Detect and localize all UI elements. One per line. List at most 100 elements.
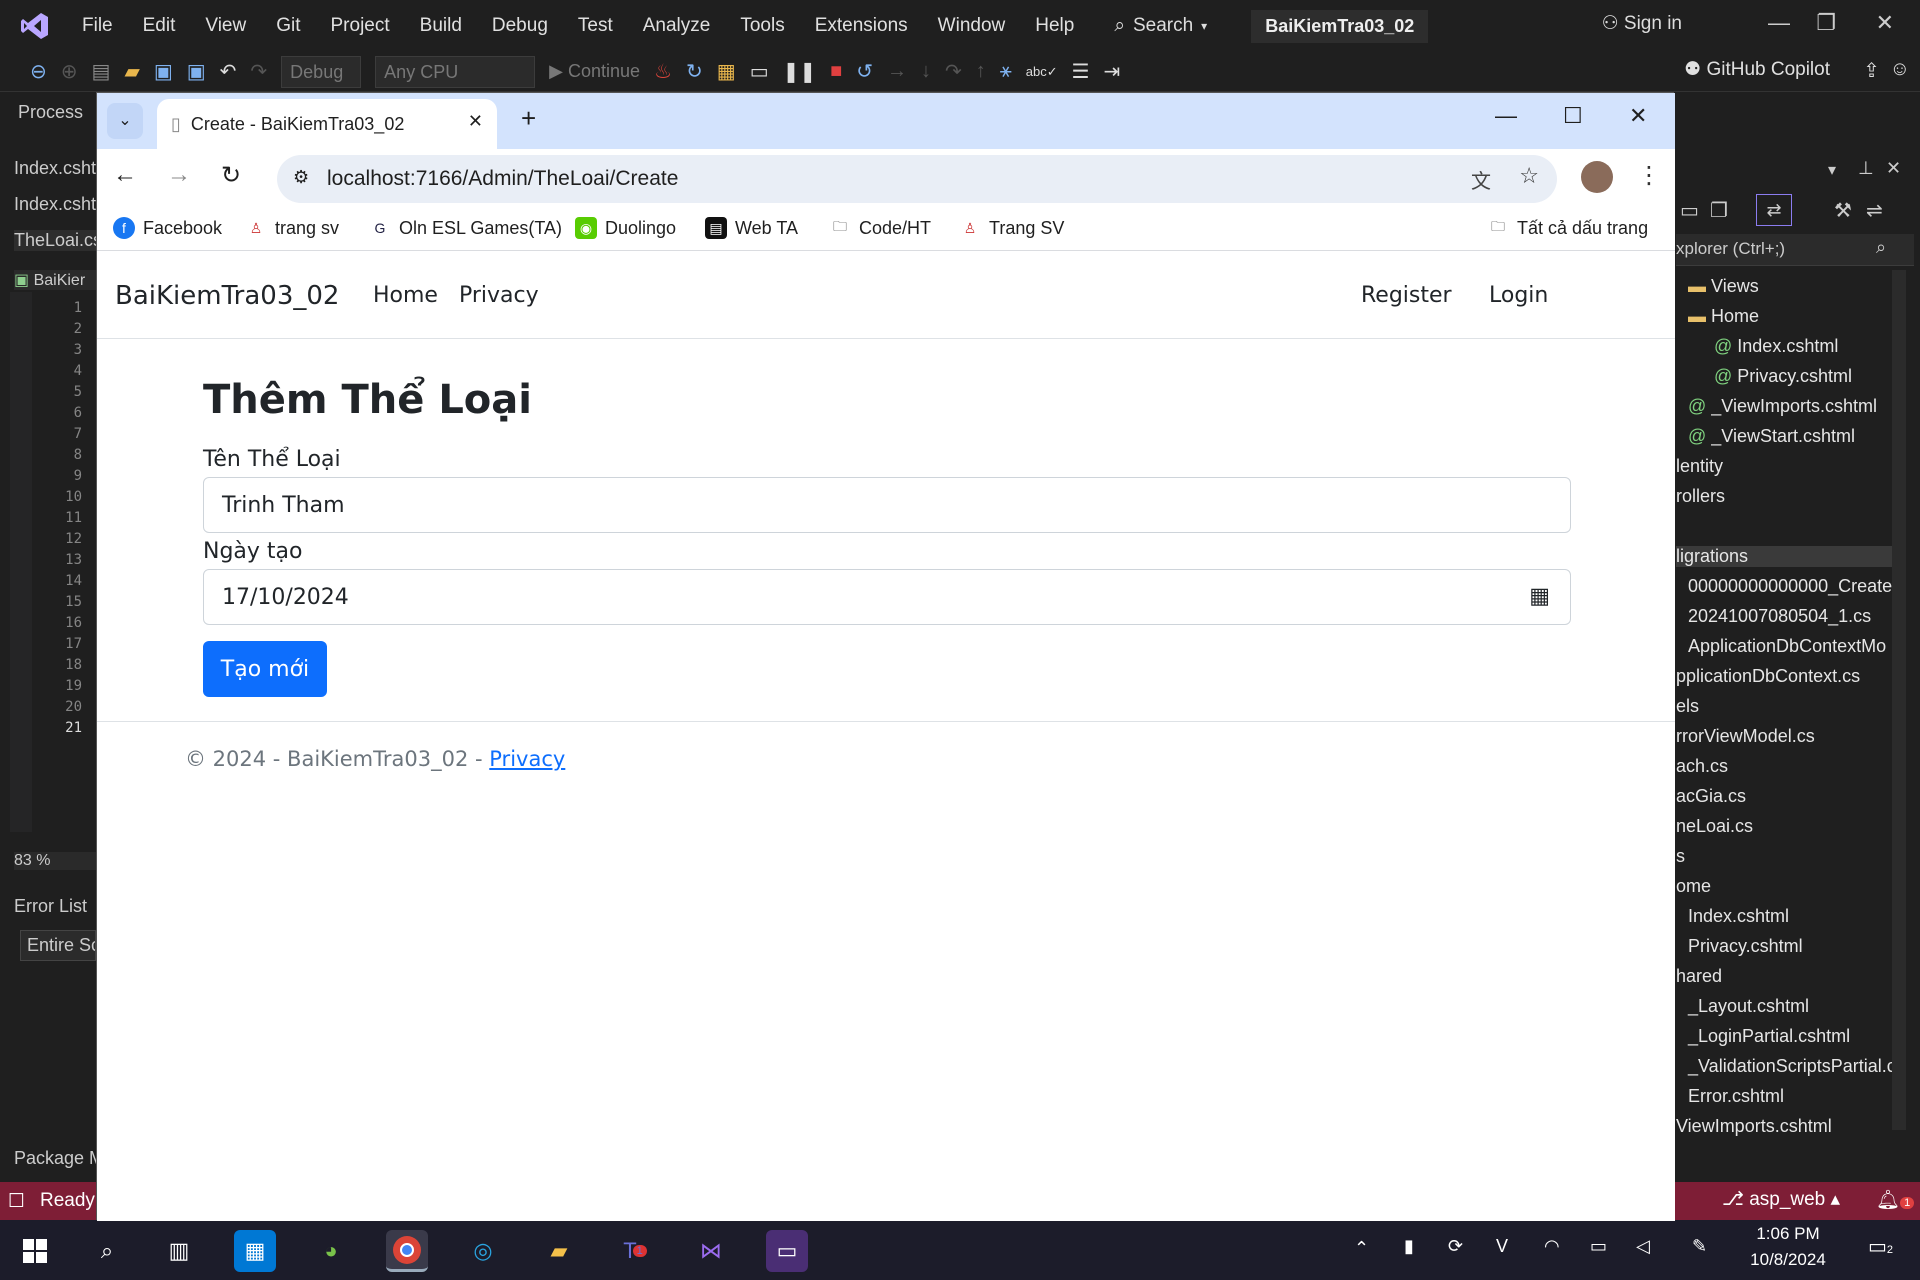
clock-time[interactable]: 1:06 PM (1750, 1224, 1826, 1244)
redo-icon[interactable]: ↷ (250, 59, 267, 84)
menu-git[interactable]: Git (276, 15, 300, 37)
profile-avatar[interactable] (1581, 161, 1613, 193)
open-folder-icon[interactable]: ▰ (124, 59, 139, 84)
vs-minimize-icon[interactable]: — (1768, 10, 1790, 36)
step-into-icon[interactable]: ↓ (921, 60, 931, 83)
error-scope-dropdown[interactable]: Entire Sc (20, 930, 96, 961)
menu-test[interactable]: Test (578, 15, 613, 37)
doc-tab-index-2[interactable]: Index.csht (14, 194, 96, 215)
browser-minimize-icon[interactable]: — (1495, 103, 1517, 129)
vs-search-box[interactable]: ⌕ Search ▾ (1114, 15, 1207, 37)
menu-build[interactable]: Build (420, 15, 462, 37)
edge-icon[interactable]: ◎ (462, 1230, 504, 1272)
back-arrow-icon[interactable]: ← (113, 161, 137, 189)
back-nav-icon[interactable]: ⊖ (30, 59, 47, 84)
search-icon[interactable]: ⌕ (86, 1230, 128, 1272)
diagnostics-icon[interactable]: ⚹ (1000, 60, 1012, 83)
tree-item-folder[interactable]: hared (1676, 966, 1722, 987)
zoom-dropdown[interactable]: 83 % (14, 852, 96, 870)
chrome-icon[interactable] (386, 1230, 428, 1272)
site-brand-link[interactable]: BaiKiemTra03_02 (115, 281, 339, 311)
tree-item-file[interactable]: @ _ViewImports.cshtml (1688, 396, 1877, 417)
more-menu-icon[interactable]: ⋮ (1637, 161, 1661, 190)
explorer-scrollbar[interactable] (1892, 270, 1906, 1130)
step-back-icon[interactable]: ↷ (945, 59, 962, 84)
bookmark-web-ta[interactable]: ▤ Web TA (705, 217, 798, 239)
menu-file[interactable]: File (82, 15, 113, 37)
tree-item-file[interactable]: acGia.cs (1676, 786, 1746, 807)
project-dropdown[interactable]: ▣ BaiKier (14, 270, 96, 290)
spellcheck-icon[interactable]: abc✓ (1026, 64, 1058, 80)
notifications-bell-icon[interactable]: 🔔︎ 1 (1876, 1188, 1915, 1212)
new-tab-icon[interactable]: + (521, 103, 536, 134)
vs-close-icon[interactable]: ✕ (1876, 10, 1894, 36)
create-submit-button[interactable]: Tạo mới (203, 641, 327, 697)
bookmark-trang-sv-2[interactable]: ♙ Trang SV (959, 217, 1065, 239)
visual-studio-logo-icon[interactable] (18, 11, 52, 41)
collapse-icon[interactable]: ▭ (1680, 198, 1699, 223)
bookmark-duolingo[interactable]: ◉ Duolingo (575, 217, 676, 239)
bookmark-trang-sv[interactable]: ♙ trang sv (245, 217, 339, 239)
doc-tab-index-1[interactable]: Index.csht (14, 158, 96, 179)
menu-window[interactable]: Window (938, 15, 1006, 37)
wrench-icon[interactable]: ⚒ (1834, 198, 1852, 223)
tree-item-file[interactable]: @ Privacy.cshtml (1714, 366, 1852, 387)
app-icon[interactable]: ◕ (310, 1230, 352, 1272)
footer-privacy-link[interactable]: Privacy (489, 747, 565, 771)
clock-date[interactable]: 10/8/2024 (1744, 1250, 1832, 1270)
menu-debug[interactable]: Debug (492, 15, 548, 37)
store-icon[interactable]: ▦ (234, 1230, 276, 1272)
battery-icon[interactable]: ▭ (1590, 1236, 1607, 1257)
tree-item-folder[interactable]: s (1676, 846, 1685, 867)
tree-item-folder[interactable]: els (1676, 696, 1699, 717)
tree-item-file[interactable]: @ Index.cshtml (1714, 336, 1838, 357)
undo-icon[interactable]: ↶ (220, 59, 237, 84)
tab-close-icon[interactable]: ✕ (468, 111, 483, 132)
category-name-input[interactable]: Trinh Tham (203, 477, 1571, 533)
sync-view-icon[interactable]: ⇄ (1756, 194, 1792, 226)
site-info-icon[interactable]: ⚙ (293, 167, 309, 188)
restart-icon[interactable]: ↺ (856, 59, 873, 84)
tree-item-folder-selected[interactable]: ligrations (1676, 546, 1906, 567)
refresh-icon[interactable]: ↻ (686, 59, 703, 84)
browser-close-icon[interactable]: ✕ (1629, 103, 1647, 129)
platform-dropdown[interactable]: Any CPU (375, 55, 536, 88)
nav-home-link[interactable]: Home (373, 283, 438, 308)
visual-studio-icon[interactable]: ⋈ (690, 1230, 732, 1272)
created-date-input[interactable]: 17/10/2024 ▦ (203, 569, 1571, 625)
forward-nav-icon[interactable]: ⊕ (61, 59, 78, 84)
v-app-icon[interactable]: V (1496, 1236, 1508, 1257)
address-bar[interactable]: ⚙ localhost:7166/Admin/TheLoai/Create ⽂ … (277, 155, 1557, 203)
microphone-icon[interactable]: ▮ (1404, 1236, 1414, 1257)
reload-icon[interactable]: ↻ (221, 161, 241, 190)
pause-icon[interactable]: ❚❚ (783, 59, 817, 84)
tree-item-file[interactable]: Privacy.cshtml (1688, 936, 1803, 957)
task-view-icon[interactable]: ▥ (158, 1230, 200, 1272)
notification-center-icon[interactable]: ▭2 (1868, 1234, 1893, 1259)
wifi-icon[interactable]: ◠ (1544, 1236, 1560, 1257)
tree-item-file[interactable]: _Layout.cshtml (1688, 996, 1809, 1017)
tree-item-folder[interactable]: ome (1676, 876, 1711, 897)
teams-icon[interactable]: T1 (614, 1230, 656, 1272)
chevron-up-icon[interactable]: ⌃ (1354, 1238, 1369, 1259)
nav-login-link[interactable]: Login (1489, 283, 1548, 308)
menu-edit[interactable]: Edit (143, 15, 176, 37)
package-manager-tab[interactable]: Package M (14, 1148, 96, 1169)
chevron-down-icon[interactable]: ▾ (1828, 160, 1836, 180)
step-over-icon[interactable]: → (887, 60, 907, 83)
branch-button[interactable]: ⎇ asp_web ▴ (1722, 1188, 1840, 1211)
tree-item-file[interactable]: Error.cshtml (1688, 1086, 1784, 1107)
tree-item-file[interactable]: ApplicationDbContextMo (1688, 636, 1886, 657)
menu-analyze[interactable]: Analyze (643, 15, 711, 37)
menu-view[interactable]: View (205, 15, 246, 37)
tree-item-file[interactable]: ach.cs (1676, 756, 1728, 777)
tree-item-file[interactable]: 20241007080504_1.cs (1688, 606, 1871, 627)
save-all-icon[interactable]: ▣ (187, 59, 206, 84)
tree-item-file[interactable]: ViewImports.cshtml (1676, 1116, 1832, 1137)
bookmark-folder-code[interactable]: 🗀︎ Code/HT (829, 217, 931, 239)
save-icon[interactable]: ▣ (154, 59, 173, 84)
tree-item-folder[interactable]: ▬ Home (1688, 306, 1759, 327)
layout-icon[interactable]: ▭ (750, 59, 769, 84)
tree-item-file[interactable]: neLoai.cs (1676, 816, 1753, 837)
browser-tab-active[interactable]: ▯ Create - BaiKiemTra03_02 ✕ (157, 99, 497, 149)
